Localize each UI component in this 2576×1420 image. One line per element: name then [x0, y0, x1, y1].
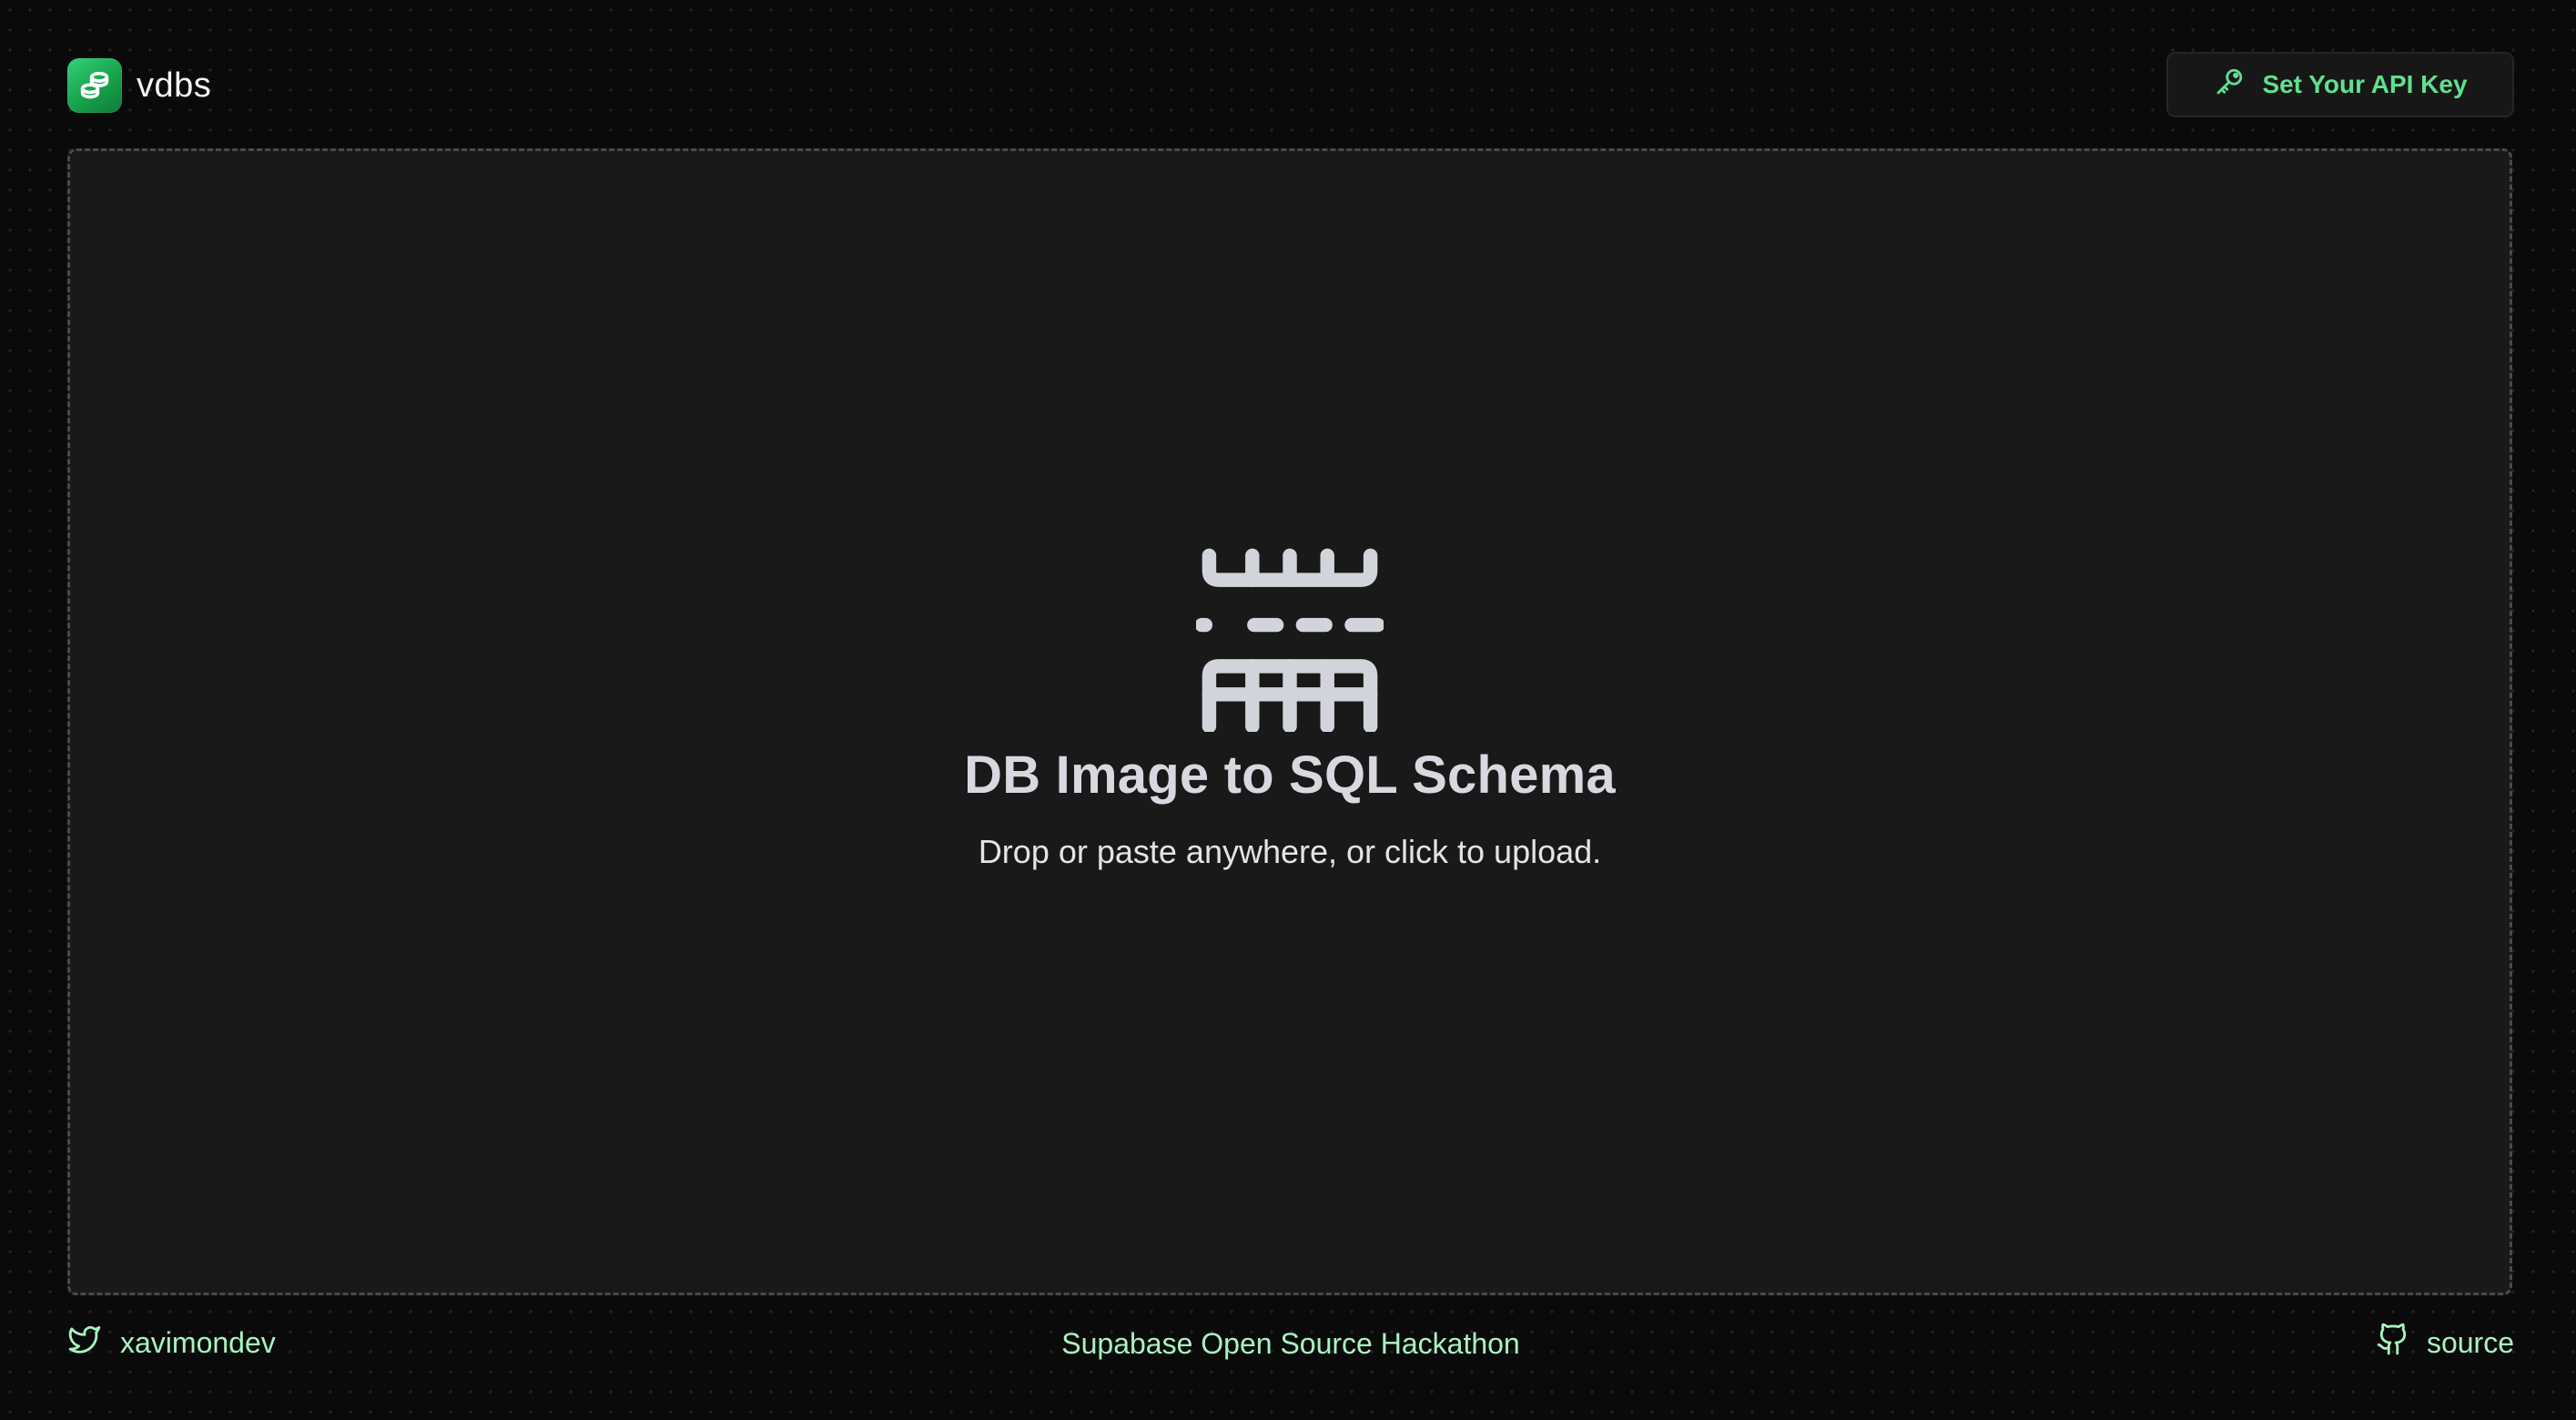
github-icon: [2376, 1322, 2410, 1364]
dropzone-content: DB Image to SQL Schema Drop or paste any…: [70, 544, 2510, 871]
twitter-link[interactable]: xavimondev: [67, 1322, 276, 1364]
dropzone-subtitle: Drop or paste anywhere, or click to uplo…: [978, 833, 1602, 870]
source-link[interactable]: source: [2376, 1322, 2514, 1364]
set-api-key-label: Set Your API Key: [2262, 70, 2468, 98]
table-schema-icon: [1196, 548, 1384, 732]
hackathon-link[interactable]: Supabase Open Source Hackathon: [1061, 1327, 1519, 1361]
twitter-icon: [67, 1322, 102, 1364]
app-logo-icon: [67, 58, 122, 113]
twitter-handle: xavimondev: [120, 1325, 276, 1359]
dropzone-title: DB Image to SQL Schema: [964, 746, 1616, 805]
set-api-key-button[interactable]: Set Your API Key: [2166, 52, 2514, 117]
upload-dropzone[interactable]: DB Image to SQL Schema Drop or paste any…: [67, 148, 2512, 1295]
brand-link[interactable]: vdbs: [67, 58, 211, 113]
brand-name: vdbs: [137, 66, 212, 105]
top-header: vdbs Set Your API Key: [67, 52, 2514, 117]
source-label: source: [2426, 1325, 2514, 1359]
key-icon: [2213, 66, 2246, 105]
page-footer: xavimondev Supabase Open Source Hackatho…: [67, 1322, 2514, 1369]
